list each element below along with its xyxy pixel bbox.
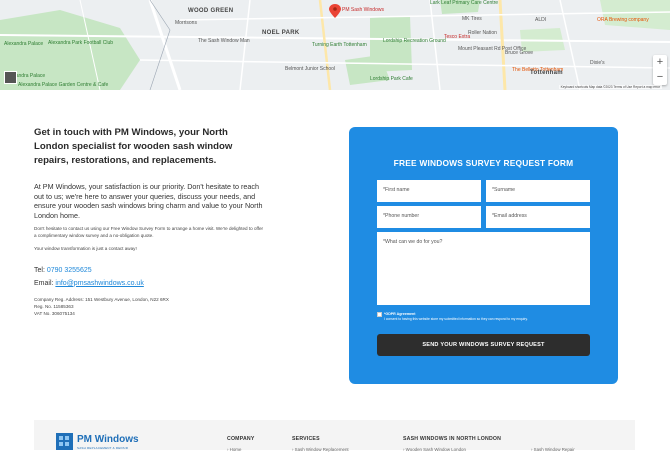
site-footer: PM Windows SASH REPLACEMENT & REPAIR COM…: [34, 420, 635, 453]
intro-paragraph: At PM Windows, your satisfaction is our …: [34, 182, 263, 220]
email-line: Email: info@pmsashwindows.co.uk: [34, 280, 264, 287]
map-label-tesco: Tesco Extra: [444, 34, 471, 40]
map-label-mk-tires: MK Tires: [462, 16, 482, 22]
map-label-dixie: Dixie's: [590, 60, 605, 66]
zoom-out-button[interactable]: −: [653, 70, 667, 85]
map-label-aldi: ALDI: [535, 17, 547, 23]
map-label-pm-sash-windows[interactable]: PM Sash Windows: [342, 7, 384, 13]
map-label-morrisons: Morrisons: [175, 20, 197, 26]
map-label-noel-park: NOEL PARK: [262, 30, 300, 36]
phone-field[interactable]: *Phone number: [377, 206, 481, 228]
map-embed[interactable]: WOOD GREEN NOEL PARK Alexandra Palace Al…: [0, 0, 670, 90]
footer-logo[interactable]: PM Windows SASH REPLACEMENT & REPAIR: [56, 433, 146, 453]
email-link[interactable]: info@pmsashwindows.co.uk: [55, 280, 143, 287]
intro-small-text: Don't hesitate to contact us using our F…: [34, 226, 264, 238]
intro-small-text-2: Your window transformation is just a con…: [34, 245, 137, 251]
tel-link[interactable]: 0790 3255625: [47, 267, 92, 274]
map-label-sash-window-man: The Sash Window Man: [198, 38, 250, 44]
map-label-lark-primary: Lark Leaf Primary Care Centre: [430, 0, 499, 6]
map-label-roller-nation: Roller Nation: [468, 30, 497, 36]
footer-col-sash: SASH WINDOWS IN NORTH LONDON: [403, 436, 502, 442]
map-layer-thumbnail[interactable]: [4, 71, 17, 84]
logo-subtitle: SASH REPLACEMENT & REPAIR: [77, 446, 129, 450]
company-reg-no: Reg. No. 11585363: [34, 303, 74, 309]
map-label-lordship-park: Lordship Park Cafe: [370, 76, 413, 82]
contact-intro: Get in touch with PM Windows, your North…: [34, 126, 264, 317]
surname-field[interactable]: *Surname: [486, 180, 590, 202]
zoom-in-button[interactable]: +: [653, 55, 667, 70]
form-title: FREE WINDOWS SURVEY REQUEST FORM: [393, 158, 574, 168]
map-label-belmont: Belmont Junior School: [285, 66, 336, 72]
company-details: Company Reg. Address: 151 Westbury Avenu…: [34, 296, 264, 318]
map-label-alexandra-palace: Alexandra Palace: [4, 41, 44, 47]
map-label-tottenham: Tottenham: [530, 70, 563, 76]
first-name-field[interactable]: *First name: [377, 180, 481, 202]
submit-survey-button[interactable]: SEND YOUR WINDOWS SURVEY REQUEST: [377, 334, 590, 356]
gdpr-title: *GDPR Agreement: [384, 312, 416, 316]
company-vat-no: VAT No. 306075134: [34, 311, 75, 317]
email-field[interactable]: *Email address: [486, 206, 590, 228]
map-label-football-club: Alexandra Park Football Club: [48, 40, 114, 46]
map-label-garden-centre: Alexandra Palace Garden Centre & Cafe: [18, 82, 109, 88]
map-label-lordship-rec: Lordship Recreation Ground: [383, 38, 446, 44]
tel-line: Tel: 0790 3255625: [34, 267, 264, 274]
map-label-wood-green: WOOD GREEN: [188, 8, 234, 14]
email-label: Email:: [34, 279, 54, 287]
survey-form-panel: FREE WINDOWS SURVEY REQUEST FORM *First …: [349, 127, 618, 384]
map-label-ora-brewing: ORA Brewing company: [597, 17, 649, 23]
message-field[interactable]: *What can we do for you?: [377, 232, 590, 305]
map-label-turning-earth: Turning Earth Tottenham: [312, 42, 367, 48]
logo-text: PM Windows: [77, 434, 139, 445]
map-attribution[interactable]: Keyboard shortcuts Map data ©2023 Terms …: [558, 85, 662, 89]
tel-label: Tel:: [34, 266, 45, 274]
company-address: Company Reg. Address: 151 Westbury Avenu…: [34, 296, 169, 302]
map-label-bruce-grove: Bruce Grove: [505, 50, 534, 56]
footer-col-services: SERVICES: [292, 436, 320, 442]
gdpr-text: I consent to having this website store m…: [384, 317, 528, 321]
window-logo-icon: [56, 433, 73, 450]
map-zoom-control: + −: [653, 55, 667, 85]
intro-headline: Get in touch with PM Windows, your North…: [34, 127, 233, 166]
gdpr-checkbox[interactable]: [377, 312, 382, 317]
footer-col-company: COMPANY: [227, 436, 255, 442]
